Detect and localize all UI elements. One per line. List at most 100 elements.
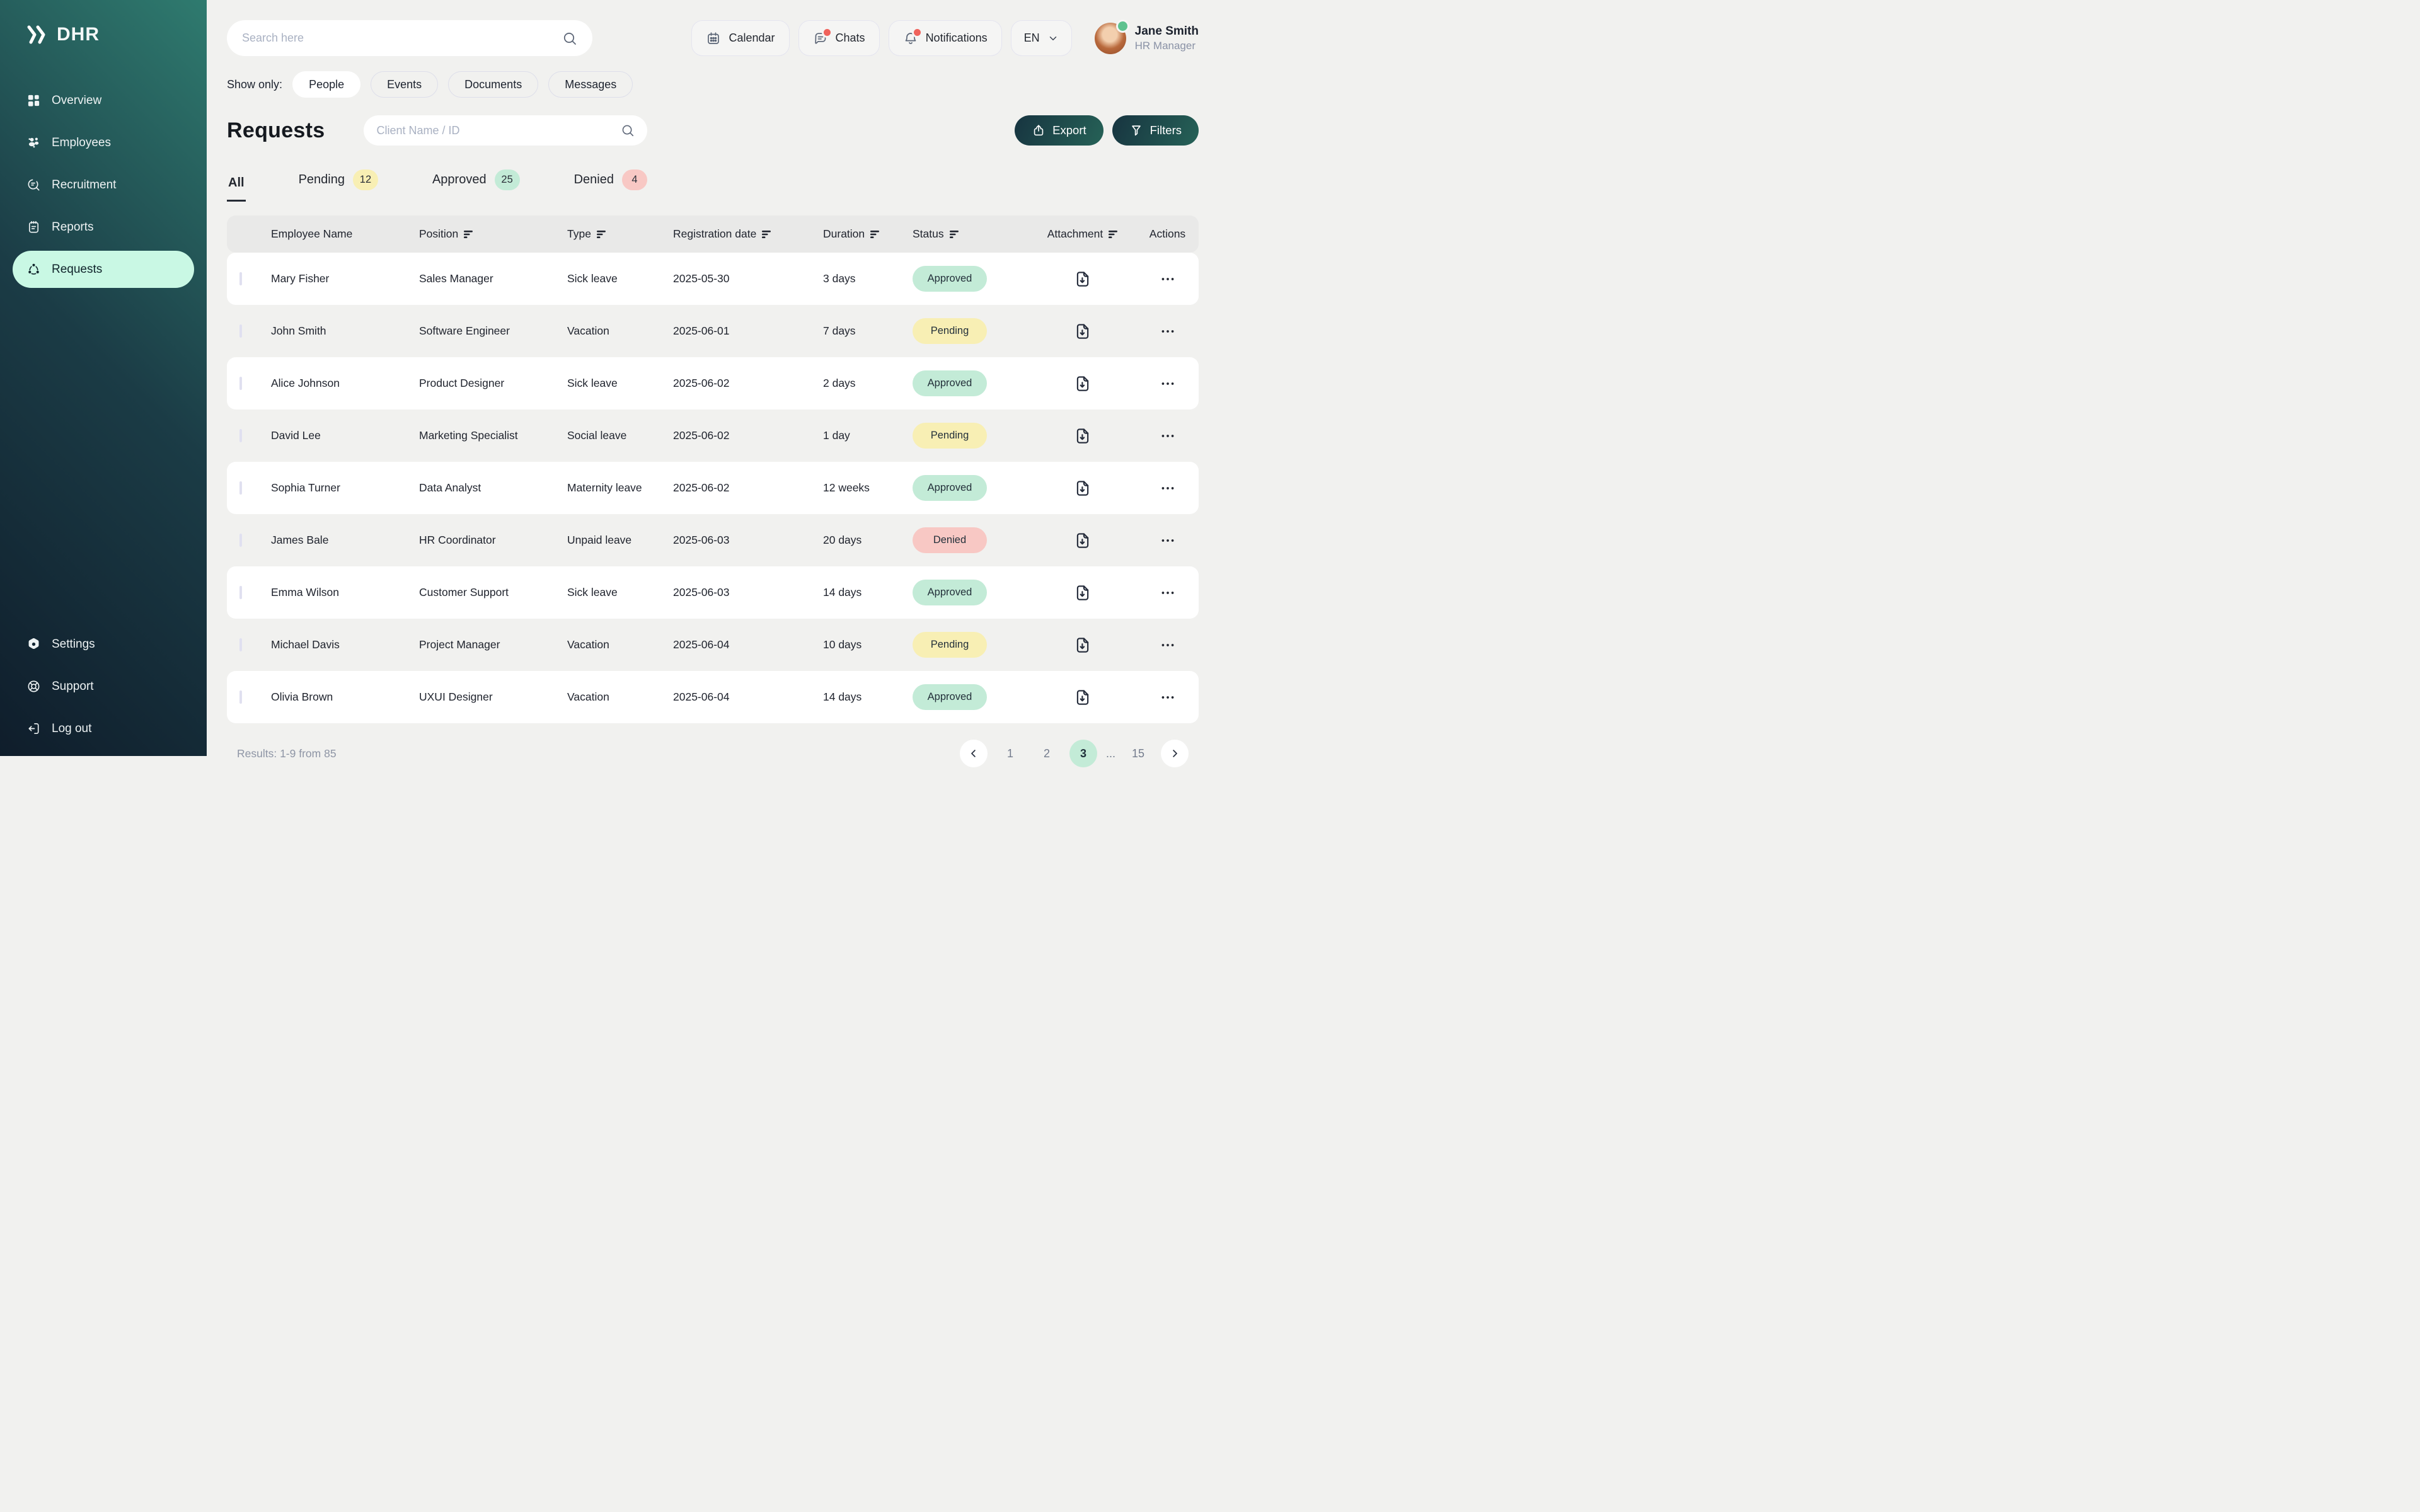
row-checkbox[interactable] <box>239 638 242 651</box>
column-header-status[interactable]: Status <box>913 227 1029 241</box>
sidebar-item-reports[interactable]: Reports <box>13 209 194 246</box>
attachment-download-button[interactable] <box>1069 266 1096 292</box>
dots-icon <box>1160 532 1176 549</box>
column-header-label: Employee Name <box>271 227 352 241</box>
row-checkbox[interactable] <box>239 272 242 285</box>
cell-registration-date: 2025-06-02 <box>673 377 823 390</box>
cell-duration: 14 days <box>823 690 913 704</box>
filter-chip-documents[interactable]: Documents <box>448 71 538 98</box>
people-icon <box>26 135 41 150</box>
attachment-download-button[interactable] <box>1069 370 1096 397</box>
attachment-download-button[interactable] <box>1069 527 1096 554</box>
sidebar-item-requests[interactable]: Requests <box>13 251 194 288</box>
cell-attachment <box>1029 318 1136 345</box>
row-actions-button[interactable] <box>1156 267 1180 291</box>
page-title: Requests <box>227 118 325 143</box>
cell-employee-name: Alice Johnson <box>271 377 419 390</box>
sidebar-item-label: Reports <box>52 220 94 234</box>
row-actions-button[interactable] <box>1156 424 1180 448</box>
cell-duration: 7 days <box>823 324 913 338</box>
column-header-attachment[interactable]: Attachment <box>1029 227 1136 241</box>
cell-type: Sick leave <box>567 586 673 599</box>
tab-all[interactable]: All <box>227 176 246 202</box>
attachment-download-button[interactable] <box>1069 475 1096 501</box>
user-profile[interactable]: Jane Smith HR Manager <box>1095 23 1199 54</box>
column-header-type[interactable]: Type <box>567 227 673 241</box>
row-actions-button[interactable] <box>1156 581 1180 605</box>
sidebar-item-log-out[interactable]: Log out <box>13 710 194 747</box>
column-header-registration-date[interactable]: Registration date <box>673 227 823 241</box>
sidebar-item-recruitment[interactable]: Recruitment <box>13 166 194 203</box>
calendar-button[interactable]: Calendar <box>691 20 789 56</box>
page-button-1[interactable]: 1 <box>996 740 1024 767</box>
status-badge: Approved <box>913 475 987 501</box>
row-actions-button[interactable] <box>1156 685 1180 709</box>
row-actions-button[interactable] <box>1156 476 1180 500</box>
row-checkbox-cell <box>227 692 271 703</box>
row-checkbox[interactable] <box>239 481 242 495</box>
export-button[interactable]: Export <box>1015 115 1103 146</box>
next-page-button[interactable] <box>1161 740 1189 767</box>
page-button-3[interactable]: 3 <box>1069 740 1097 767</box>
sidebar-item-settings[interactable]: Settings <box>13 626 194 663</box>
prev-page-button[interactable] <box>960 740 988 767</box>
cell-registration-date: 2025-06-02 <box>673 429 823 442</box>
filter-chip-messages[interactable]: Messages <box>548 71 633 98</box>
sidebar-item-support[interactable]: Support <box>13 668 194 705</box>
cell-employee-name: Emma Wilson <box>271 586 419 599</box>
row-actions-button[interactable] <box>1156 529 1180 553</box>
row-checkbox[interactable] <box>239 690 242 704</box>
double-chevron-logo-icon <box>26 25 48 44</box>
show-only-chips: People Events Documents Messages <box>292 71 633 98</box>
client-search-input[interactable] <box>376 124 621 137</box>
chats-button[interactable]: Chats <box>798 20 880 56</box>
row-checkbox-cell <box>227 378 271 389</box>
share-nodes-icon <box>26 262 41 277</box>
row-actions-button[interactable] <box>1156 633 1180 657</box>
table-row: John SmithSoftware EngineerVacation2025-… <box>227 305 1199 357</box>
filter-chip-people[interactable]: People <box>292 71 360 98</box>
chevron-right-icon <box>1169 748 1180 759</box>
sidebar-item-label: Support <box>52 680 94 694</box>
cell-type: Sick leave <box>567 377 673 390</box>
row-checkbox[interactable] <box>239 586 242 599</box>
row-checkbox[interactable] <box>239 429 242 442</box>
language-dropdown-value: EN <box>1024 32 1040 45</box>
row-checkbox[interactable] <box>239 534 242 547</box>
column-header-position[interactable]: Position <box>419 227 567 241</box>
cell-actions <box>1136 581 1199 605</box>
filter-chip-events[interactable]: Events <box>371 71 438 98</box>
table-body: Mary FisherSales ManagerSick leave2025-0… <box>227 253 1199 723</box>
row-checkbox[interactable] <box>239 377 242 390</box>
sidebar-item-employees[interactable]: Employees <box>13 124 194 161</box>
cell-attachment <box>1029 580 1136 606</box>
attachment-download-button[interactable] <box>1069 580 1096 606</box>
column-header-duration[interactable]: Duration <box>823 227 913 241</box>
user-role: HR Manager <box>1135 40 1199 52</box>
sort-icon <box>762 230 771 239</box>
page-button-15[interactable]: 15 <box>1124 740 1152 767</box>
attachment-download-button[interactable] <box>1069 684 1096 711</box>
row-checkbox[interactable] <box>239 324 242 338</box>
filter-funnel-icon <box>1129 123 1143 137</box>
cell-employee-name: Mary Fisher <box>271 272 419 285</box>
row-actions-button[interactable] <box>1156 319 1180 343</box>
tab-approved[interactable]: Approved25 <box>431 169 521 202</box>
tab-denied[interactable]: Denied4 <box>573 169 648 202</box>
sidebar-item-overview[interactable]: Overview <box>13 82 194 119</box>
global-search-input[interactable] <box>242 32 562 45</box>
cell-type: Vacation <box>567 324 673 338</box>
notifications-button[interactable]: Notifications <box>889 20 1002 56</box>
cell-type: Social leave <box>567 429 673 442</box>
attachment-download-button[interactable] <box>1069 318 1096 345</box>
attachment-download-button[interactable] <box>1069 423 1096 449</box>
show-only-filter-bar: Show only: PeopleEventsDocumentsMessages <box>227 71 1199 98</box>
language-dropdown[interactable]: EN <box>1011 20 1072 56</box>
filters-button[interactable]: Filters <box>1112 115 1199 146</box>
file-download-icon <box>1073 688 1092 707</box>
attachment-download-button[interactable] <box>1069 632 1096 658</box>
row-actions-button[interactable] <box>1156 372 1180 396</box>
logout-icon <box>26 721 41 736</box>
tab-pending[interactable]: Pending12 <box>297 169 379 202</box>
page-button-2[interactable]: 2 <box>1033 740 1061 767</box>
